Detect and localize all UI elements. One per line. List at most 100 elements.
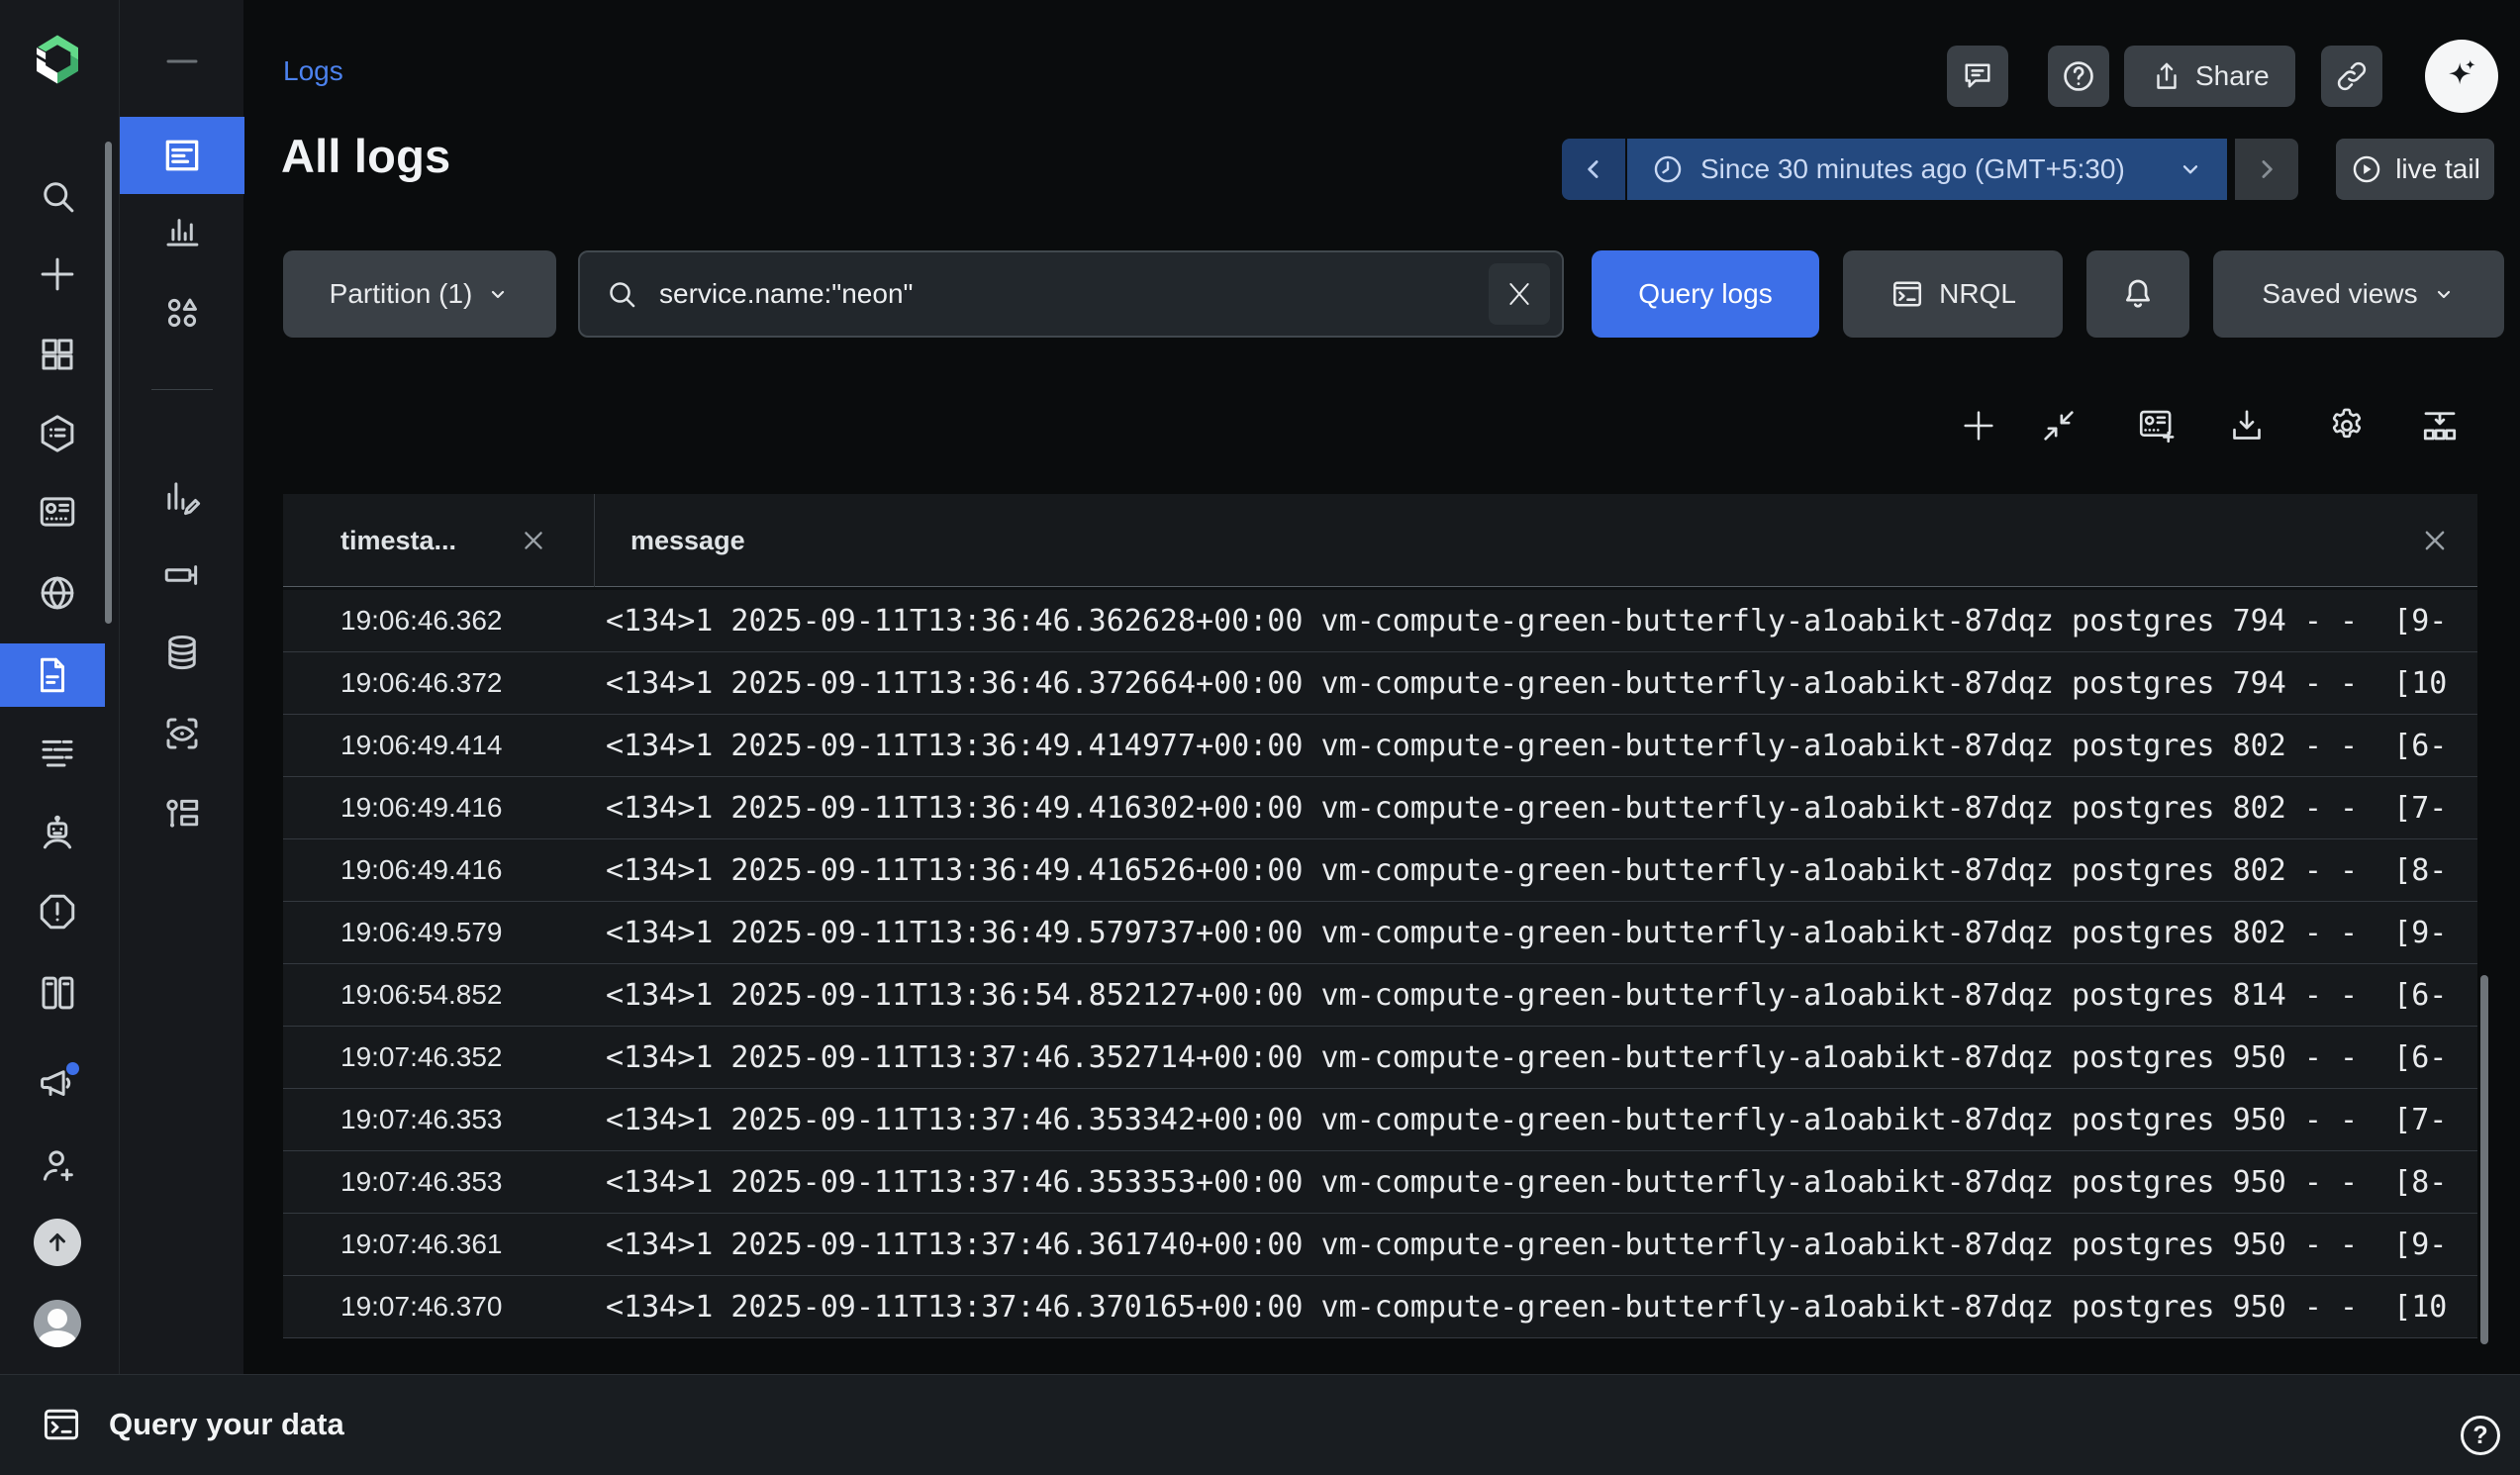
gear-icon [2326,405,2368,446]
log-timestamp: 19:07:46.370 [340,1276,503,1337]
group-columns-button[interactable] [2418,404,2462,447]
help-button[interactable] [2048,46,2109,107]
sidebar-item-browse[interactable] [28,565,87,621]
sidebar-item-invite-user[interactable] [28,1138,87,1194]
time-back-button[interactable] [1562,139,1625,200]
inner-item-create-chart[interactable] [151,469,213,525]
search-input[interactable] [657,277,1471,311]
sidebar-item-logs-selected[interactable] [0,643,105,707]
robot-icon [37,812,78,853]
log-row[interactable]: 19:06:54.852 <134>1 2025-09-11T13:36:54.… [283,964,2477,1027]
inner-item-patterns[interactable] [151,285,213,341]
download-button[interactable] [2225,404,2269,447]
log-row[interactable]: 19:07:46.352 <134>1 2025-09-11T13:37:46.… [283,1027,2477,1089]
log-message: <134>1 2025-09-11T13:37:46.353353+00:00 … [606,1151,2475,1213]
clock-icon [1651,152,1685,186]
sidebar-item-apps[interactable] [28,327,87,382]
sidebar-item-ai-assistant[interactable] [28,805,87,860]
log-row[interactable]: 19:07:46.370 <134>1 2025-09-11T13:37:46.… [283,1276,2477,1338]
inner-item-field-settings[interactable] [151,547,213,603]
collapse-view-button[interactable] [2037,404,2081,447]
breadcrumb-logs[interactable]: Logs [283,55,343,87]
clear-search-button[interactable] [1489,263,1550,325]
sidebar-item-infrastructure[interactable] [28,965,87,1021]
inner-item-attributes-charts[interactable] [151,204,213,259]
chart-edit-icon [161,476,203,518]
copy-link-button[interactable] [2321,46,2382,107]
nrql-button[interactable]: NRQL [1843,250,2063,338]
log-row[interactable]: 19:07:46.353 <134>1 2025-09-11T13:37:46.… [283,1151,2477,1214]
log-timestamp: 19:06:49.416 [340,839,503,901]
query-logs-button[interactable]: Query logs [1592,250,1819,338]
remove-message-column-button[interactable] [2418,524,2452,557]
log-table: timesta... message 19:06:46.362 <134>1 2… [283,494,2477,1338]
share-button[interactable]: Share [2124,46,2295,107]
sidebar-collapse-button[interactable] [151,34,213,89]
log-row[interactable]: 19:07:46.353 <134>1 2025-09-11T13:37:46.… [283,1089,2477,1151]
sidebar-item-user-profile[interactable] [28,1296,87,1351]
sidebar-item-log-views[interactable] [28,724,87,779]
column-header-timestamp[interactable]: timesta... [340,494,456,587]
sidebar-item-upgrade[interactable] [28,1215,87,1270]
ai-assistant-button[interactable] [2425,40,2498,113]
log-row[interactable]: 19:06:46.362 <134>1 2025-09-11T13:36:46.… [283,590,2477,652]
log-row[interactable]: 19:06:49.414 <134>1 2025-09-11T13:36:49.… [283,715,2477,777]
log-row[interactable]: 19:06:49.416 <134>1 2025-09-11T13:36:49.… [283,839,2477,902]
partition-label: Partition (1) [330,278,473,310]
log-message: <134>1 2025-09-11T13:36:46.362628+00:00 … [606,590,2475,651]
log-timestamp: 19:06:49.416 [340,777,503,838]
inner-sidebar-divider [151,389,213,390]
inner-item-workflows[interactable] [151,787,213,842]
dashboard-icon [37,491,78,533]
partition-dropdown[interactable]: Partition (1) [283,250,556,338]
sidebar-item-dashboards[interactable] [28,484,87,540]
query-your-data-button[interactable]: Query your data [40,1375,344,1474]
terminal-icon [1890,276,1925,312]
log-timestamp: 19:06:46.372 [340,652,503,714]
shapes-icon [161,292,203,334]
apps-grid-icon [37,334,78,375]
remove-timestamp-column-button[interactable] [517,524,550,557]
add-column-button[interactable] [1957,404,2000,447]
sidebar-item-create[interactable] [28,246,87,302]
log-timestamp: 19:06:49.414 [340,715,503,776]
chevron-left-icon [1579,154,1608,184]
log-timestamp: 19:07:46.352 [340,1027,503,1088]
logs-document-icon [160,134,204,177]
sidebar-item-alerts[interactable] [28,884,87,939]
log-row[interactable]: 19:07:46.361 <134>1 2025-09-11T13:37:46.… [283,1214,2477,1276]
live-tail-button[interactable]: live tail [2336,139,2494,200]
logs-app: Logs All logs Share [0,0,2520,1475]
time-range-picker[interactable]: Since 30 minutes ago (GMT+5:30) [1627,139,2227,200]
chevron-down-icon [2178,156,2203,182]
column-divider[interactable] [594,494,595,587]
feedback-button[interactable] [1947,46,2008,107]
inner-item-obfuscation[interactable] [151,706,213,761]
sidebar-scrollbar[interactable] [105,142,112,624]
log-message: <134>1 2025-09-11T13:36:49.416302+00:00 … [606,777,2475,838]
sidebar-item-service-levels[interactable] [28,406,87,461]
log-row[interactable]: 19:06:49.579 <134>1 2025-09-11T13:36:49.… [283,902,2477,964]
footer-help-button[interactable]: ? [2461,1416,2500,1455]
alert-condition-button[interactable] [2086,250,2189,338]
page-title: All logs [281,129,450,183]
column-header-message[interactable]: message [630,494,745,587]
inner-item-all-logs-selected[interactable] [120,117,244,194]
add-to-dashboard-button[interactable] [2135,404,2179,447]
log-message: <134>1 2025-09-11T13:36:49.416526+00:00 … [606,839,2475,901]
table-scrollbar[interactable] [2480,975,2488,1344]
brand-logo[interactable] [28,28,87,91]
log-row[interactable]: 19:06:49.416 <134>1 2025-09-11T13:36:49.… [283,777,2477,839]
settings-button[interactable] [2325,404,2369,447]
query-your-data-label: Query your data [109,1407,344,1442]
live-tail-label: live tail [2395,153,2480,185]
sidebar-item-search[interactable] [28,168,87,224]
time-forward-button[interactable] [2235,139,2298,200]
inner-item-data-partitions[interactable] [151,625,213,680]
sidebar-item-announcements[interactable] [28,1056,87,1112]
minimize-dash-icon [161,41,203,82]
eye-scan-icon [161,713,203,754]
close-icon [1503,278,1535,310]
saved-views-dropdown[interactable]: Saved views [2213,250,2504,338]
log-row[interactable]: 19:06:46.372 <134>1 2025-09-11T13:36:46.… [283,652,2477,715]
